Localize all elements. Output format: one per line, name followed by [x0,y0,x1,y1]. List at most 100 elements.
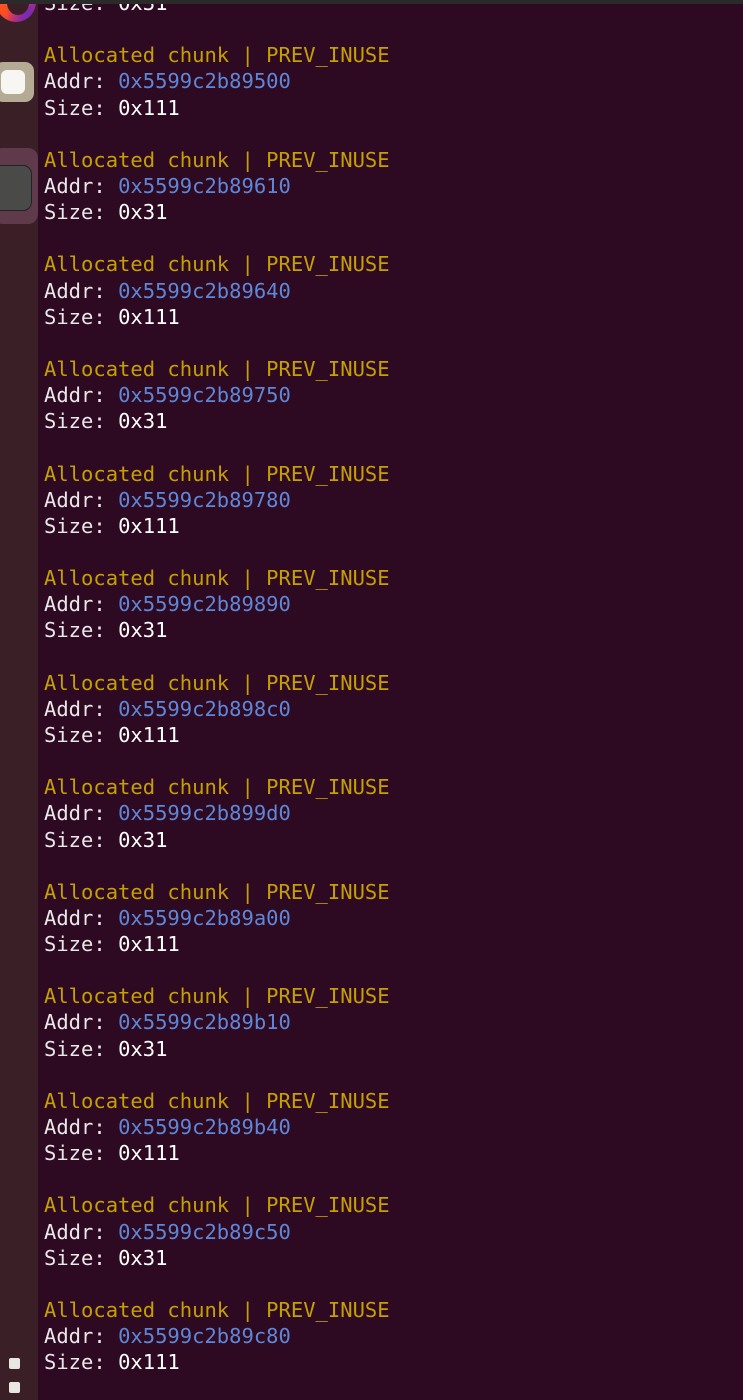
chunk-flag-separator: | [229,252,267,277]
chunk-flag-label: PREV_INUSE [266,1088,390,1113]
chunk-header-line: Allocated chunk | PREV_INUSE [44,670,390,696]
show-applications-button[interactable] [0,1346,38,1400]
addr-value: 0x5599c2b89890 [118,592,291,617]
chunk-flag-separator: | [229,356,267,381]
addr-label: Addr: [44,487,119,512]
addr-label: Addr: [44,173,119,198]
chunk-state-label: Allocated chunk [44,252,230,277]
addr-label: Addr: [44,1010,119,1035]
chunk-state-label: Allocated chunk [44,1193,230,1218]
addr-label: Addr: [44,69,119,94]
chunk-size-line: Size: 0x31 [44,1245,390,1271]
addr-label: Addr: [44,801,119,826]
chunk-flag-label: PREV_INUSE [266,566,390,591]
addr-value: 0x5599c2b89610 [118,173,291,198]
chunk-addr-line: Addr: 0x5599c2b89780 [44,487,390,513]
dock-item-files[interactable] [0,62,38,106]
chunk-size-line: Size: 0x111 [44,1349,390,1375]
size-value: 0x31 [118,1245,168,1270]
files-icon-page [1,70,25,94]
size-value: 0x31 [118,827,168,852]
size-value: 0x31 [118,618,168,643]
chunk-addr-line: Addr: 0x5599c2b89610 [44,173,390,199]
size-label: Size: [44,513,119,538]
system-top-bar [0,0,743,4]
size-label: Size: [44,932,119,957]
size-label: Size: [44,95,119,120]
terminal-output: Size: 0x31 Allocated chunk | PREV_INUSEA… [44,4,390,1375]
chunk-flag-label: PREV_INUSE [266,356,390,381]
chunk-header-line: Allocated chunk | PREV_INUSE [44,1088,390,1114]
chunk-flag-separator: | [229,461,267,486]
chunk-size-line: Size: 0x111 [44,1140,390,1166]
addr-label: Addr: [44,696,119,721]
chunk-header-line: Allocated chunk | PREV_INUSE [44,147,390,173]
chunk-flag-separator: | [229,1088,267,1113]
chunk-header-line: Allocated chunk | PREV_INUSE [44,774,390,800]
chunk-size-line: Size: 0x31 [44,199,390,225]
size-value: 0x31 [118,409,168,434]
chunk-state-label: Allocated chunk [44,356,230,381]
chunk-addr-line: Addr: 0x5599c2b89c50 [44,1219,390,1245]
chunk-header-line: Allocated chunk | PREV_INUSE [44,251,390,277]
chunk-size-line: Size: 0x31 [44,617,390,643]
chunk-state-label: Allocated chunk [44,147,230,172]
dock-item-terminal[interactable] [0,148,38,228]
chunk-header-line: Allocated chunk | PREV_INUSE [44,983,390,1009]
chunk-addr-line: Addr: 0x5599c2b89c80 [44,1323,390,1349]
ubuntu-dock [0,0,38,1400]
chunk-flag-label: PREV_INUSE [266,1298,390,1323]
chunk-size-line: Size: 0x111 [44,722,390,748]
chunk-flag-separator: | [229,879,267,904]
addr-value: 0x5599c2b898c0 [118,696,291,721]
chunk-header-line: Allocated chunk | PREV_INUSE [44,879,390,905]
chunk-addr-line: Addr: 0x5599c2b89b40 [44,1114,390,1140]
chunk-flag-label: PREV_INUSE [266,879,390,904]
chunk-size-line: Size: 0x31 [44,4,390,16]
size-value: 0x111 [118,304,180,329]
chunk-state-label: Allocated chunk [44,566,230,591]
addr-value: 0x5599c2b899d0 [118,801,291,826]
size-value: 0x31 [118,4,167,15]
terminal-window[interactable]: Size: 0x31 Allocated chunk | PREV_INUSEA… [38,4,743,1400]
chunk-addr-line: Addr: 0x5599c2b89750 [44,382,390,408]
addr-value: 0x5599c2b89780 [118,487,291,512]
chunk-addr-line: Addr: 0x5599c2b89500 [44,68,390,94]
addr-value: 0x5599c2b89b40 [118,1115,291,1140]
addr-value: 0x5599c2b89750 [118,383,291,408]
chunk-size-line: Size: 0x111 [44,95,390,121]
chunk-header-line: Allocated chunk | PREV_INUSE [44,461,390,487]
size-label: Size: [44,1036,119,1061]
size-value: 0x31 [118,200,168,225]
size-value: 0x111 [118,1141,180,1166]
chunk-state-label: Allocated chunk [44,461,230,486]
chunk-flag-separator: | [229,1193,267,1218]
chunk-size-line: Size: 0x31 [44,408,390,434]
addr-value: 0x5599c2b89c80 [118,1324,291,1349]
chunk-size-line: Size: 0x111 [44,304,390,330]
addr-value: 0x5599c2b89b10 [118,1010,291,1035]
chunk-header-line: Allocated chunk | PREV_INUSE [44,1192,390,1218]
chunk-flag-separator: | [229,147,267,172]
addr-label: Addr: [44,1324,119,1349]
chunk-state-label: Allocated chunk [44,879,230,904]
addr-label: Addr: [44,592,119,617]
chunk-flag-label: PREV_INUSE [266,670,390,695]
size-label: Size: [44,827,119,852]
chunk-flag-label: PREV_INUSE [266,147,390,172]
size-value: 0x111 [118,95,180,120]
size-value: 0x111 [118,722,180,747]
size-label: Size: [44,1350,119,1375]
chunk-header-line: Allocated chunk | PREV_INUSE [44,356,390,382]
chunk-addr-line: Addr: 0x5599c2b899d0 [44,800,390,826]
size-label: Size: [44,1141,119,1166]
